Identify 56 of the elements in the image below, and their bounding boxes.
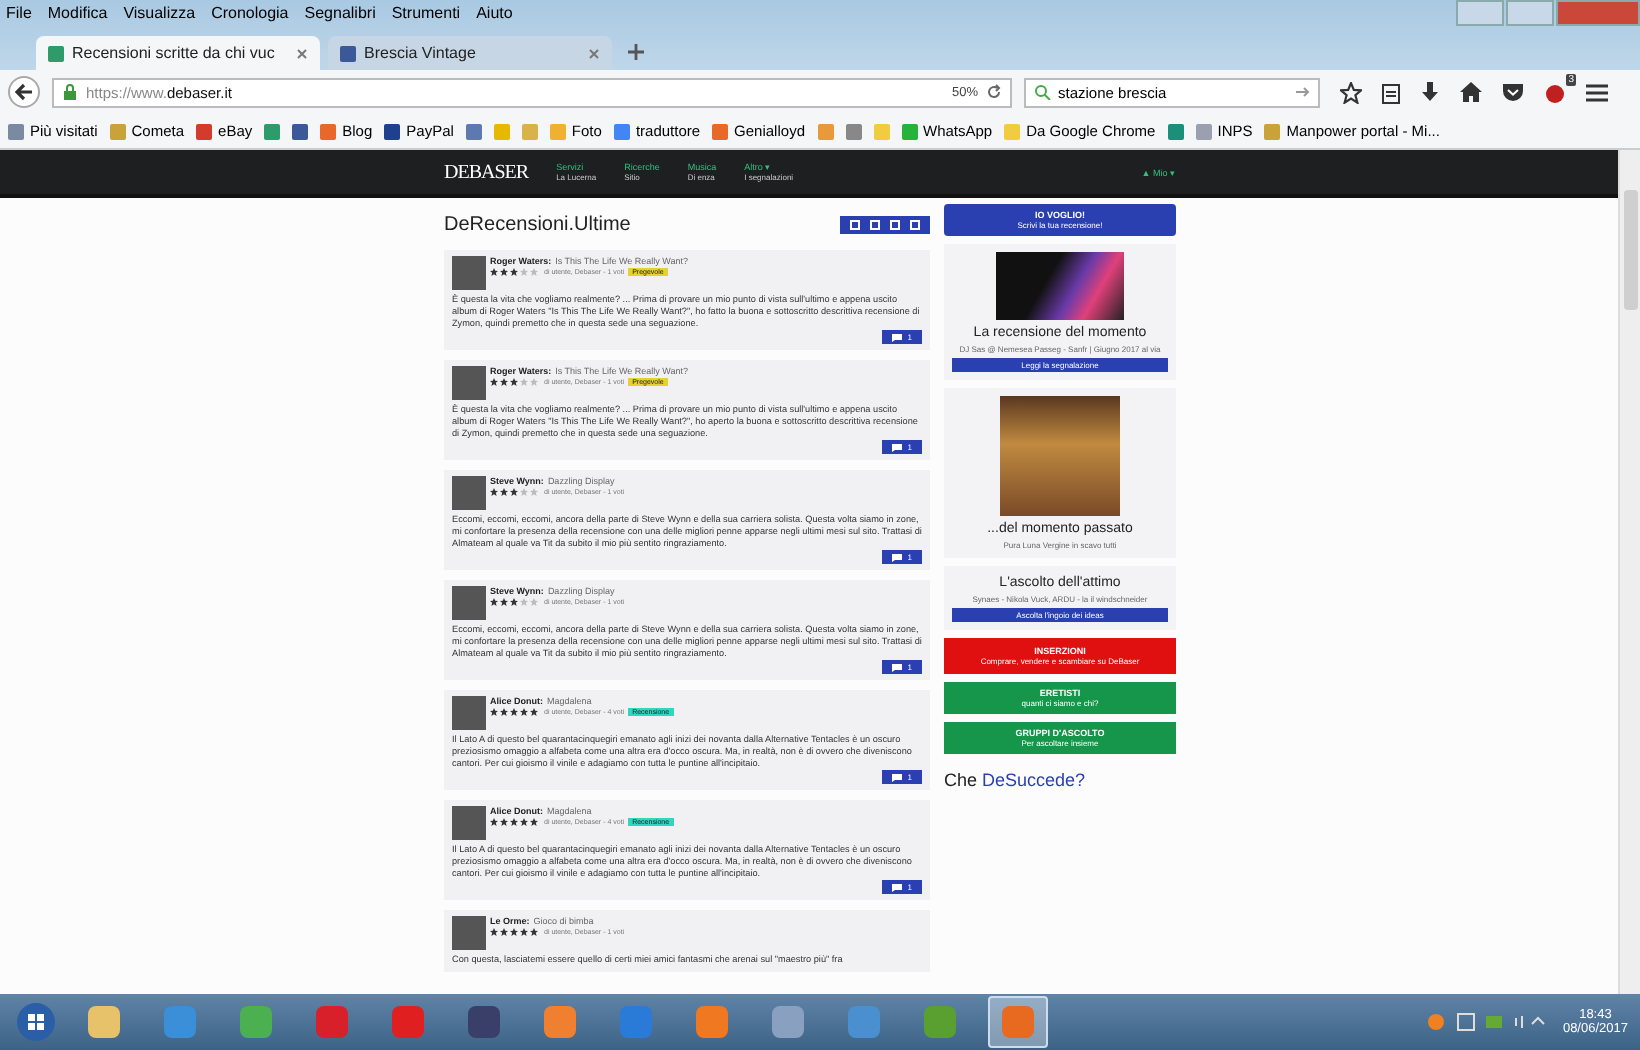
scrollbar-thumb[interactable] xyxy=(1623,190,1637,310)
speech-bubble-icon xyxy=(891,883,902,891)
photo-placeholder xyxy=(1000,396,1120,516)
menu-icon[interactable] xyxy=(1586,83,1608,101)
browser-tab[interactable]: Brescia Vintage xyxy=(328,36,612,70)
view-buttons[interactable] xyxy=(840,215,930,233)
photo-placeholder xyxy=(996,252,1124,320)
speech-bubble-icon xyxy=(891,443,902,451)
reload-icon[interactable] xyxy=(986,84,1002,100)
maximize-button[interactable] xyxy=(1506,0,1554,26)
album-cover-placeholder xyxy=(452,586,486,620)
speech-bubble-icon xyxy=(891,663,902,671)
bookmark-icon[interactable] xyxy=(845,123,861,139)
bookmark-icon[interactable] xyxy=(465,123,482,139)
download-icon[interactable] xyxy=(1420,81,1440,103)
album-cover-placeholder xyxy=(452,366,486,400)
arrow-icon[interactable] xyxy=(1296,86,1310,98)
minimize-button[interactable] xyxy=(1456,0,1504,26)
menu-item[interactable]: Visualizza xyxy=(123,4,196,22)
search-icon xyxy=(1034,84,1052,100)
speech-bubble-icon xyxy=(891,333,902,341)
star-icon[interactable] xyxy=(1340,81,1362,103)
close-icon[interactable] xyxy=(296,47,308,59)
close-icon[interactable] xyxy=(588,47,600,59)
bookmark-icon[interactable] xyxy=(264,123,281,139)
album-cover-placeholder xyxy=(452,916,486,950)
bookmark-icon[interactable] xyxy=(292,123,309,139)
speech-bubble-icon xyxy=(891,773,902,781)
pocket-icon[interactable] xyxy=(1502,82,1524,102)
menu-item[interactable]: File xyxy=(6,4,32,22)
tray-icons[interactable] xyxy=(1426,1012,1547,1032)
bookmark-icon[interactable] xyxy=(1167,123,1184,139)
site-logo[interactable]: DEBASER xyxy=(444,161,529,183)
home-icon[interactable] xyxy=(1460,82,1482,102)
close-button[interactable] xyxy=(1556,0,1640,26)
lock-icon xyxy=(62,84,78,100)
back-button[interactable] xyxy=(8,76,40,108)
album-cover-placeholder xyxy=(452,696,486,730)
menu-item[interactable]: Segnalibri xyxy=(304,4,376,22)
taskbar-app[interactable] xyxy=(988,996,1048,1048)
section-heading: Che DeSuccede? xyxy=(944,770,1088,790)
menu-item[interactable]: Strumenti xyxy=(391,4,461,22)
section-title: DeRecensioni.Ultime xyxy=(444,213,631,235)
start-button[interactable] xyxy=(16,1002,56,1042)
browser-tab[interactable]: Recensioni scritte da chi vuc xyxy=(36,36,320,70)
album-cover-placeholder xyxy=(452,476,486,510)
menu-item[interactable]: Aiuto xyxy=(476,4,513,22)
album-cover-placeholder xyxy=(452,806,486,840)
clipboard-icon[interactable] xyxy=(1382,81,1400,103)
speech-bubble-icon xyxy=(891,553,902,561)
menu-item[interactable]: Cronologia xyxy=(211,4,289,22)
menu-item[interactable]: Modifica xyxy=(47,4,108,22)
scrollbar[interactable] xyxy=(1618,150,1640,994)
new-tab-icon[interactable] xyxy=(628,44,644,60)
album-cover-placeholder xyxy=(452,256,486,290)
addon-icon[interactable] xyxy=(1544,81,1566,103)
